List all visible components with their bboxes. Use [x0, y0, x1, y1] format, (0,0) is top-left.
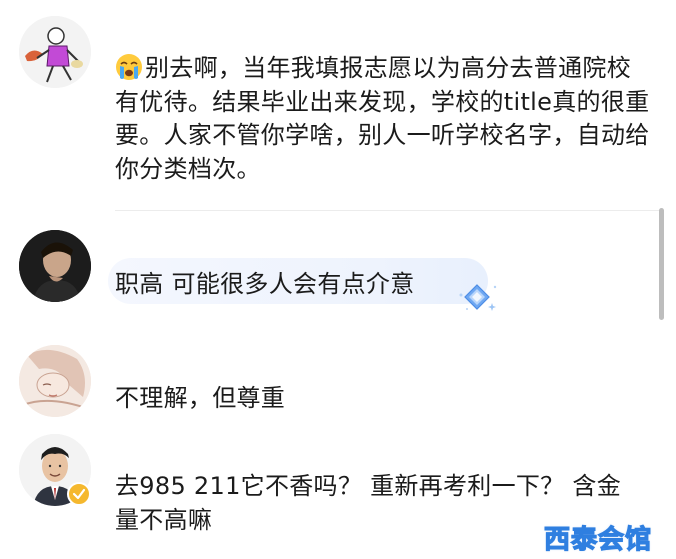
comment-text-3: 不理解，但尊重 [115, 384, 286, 412]
crying-face-emoji [115, 53, 143, 81]
comment-divider [115, 210, 660, 211]
man-portrait-avatar[interactable] [19, 230, 91, 302]
watermark: 西泰会馆 [543, 524, 653, 555]
comment-text-1: 别去啊，当年我填报志愿以为高分去普通院校有优待。结果毕业出来发现，学校的titl… [115, 52, 655, 186]
woman-sketch-avatar[interactable] [19, 345, 91, 417]
cartoon-figure-avatar[interactable] [19, 16, 91, 88]
scrollbar[interactable] [659, 208, 664, 320]
comment-text-2: 职高 可能很多人会有点介意 [115, 270, 415, 298]
comment-text-1-body: 别去啊，当年我填报志愿以为高分去普通院校有优待。结果毕业出来发现，学校的titl… [115, 54, 650, 183]
diamond-sparkle-icon [455, 279, 499, 315]
verified-badge-icon [67, 482, 91, 506]
